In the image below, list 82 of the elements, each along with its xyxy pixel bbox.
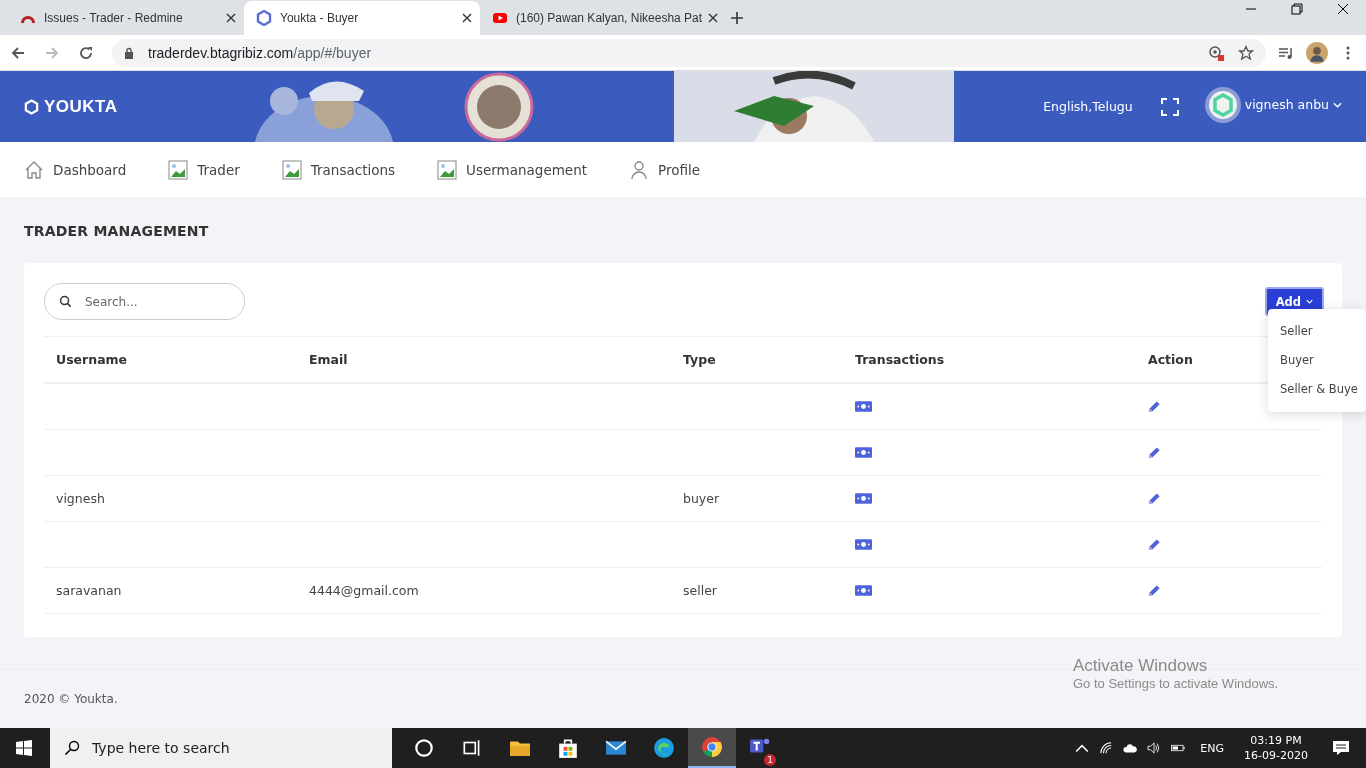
cortana-icon[interactable] <box>413 737 435 759</box>
edge-icon[interactable] <box>653 737 675 759</box>
browser-tab[interactable]: Youkta - Buyer <box>244 1 480 35</box>
reload-icon[interactable] <box>78 44 94 61</box>
activation-text: Go to Settings to activate Windows. <box>1073 676 1279 691</box>
menu-item[interactable]: Buyer <box>1268 346 1366 375</box>
person-icon <box>629 159 649 180</box>
pencil-icon[interactable] <box>1148 584 1161 597</box>
clock-date[interactable]: 16-09-2020 <box>1244 748 1308 763</box>
activation-title: Activate Windows <box>1073 656 1209 676</box>
pencil-icon[interactable] <box>1148 400 1161 413</box>
star-icon[interactable] <box>1238 44 1254 61</box>
column-header: Type <box>671 336 843 383</box>
search-icon <box>64 740 80 756</box>
banknote-icon[interactable] <box>855 447 872 458</box>
broken-image-icon <box>437 159 458 180</box>
caret-icon <box>1333 101 1342 108</box>
browser-tab[interactable]: (160) Pawan Kalyan, Nikeesha Pat <box>480 1 716 35</box>
play-icon <box>492 10 508 26</box>
chevron-up-icon[interactable] <box>1075 742 1090 754</box>
profile-avatar[interactable] <box>1306 41 1328 64</box>
pencil-icon[interactable] <box>1148 538 1161 551</box>
search-icon <box>59 295 72 308</box>
browser-tab[interactable]: Issues - Trader - Redmine <box>8 1 244 35</box>
speaker-icon[interactable] <box>1147 742 1162 754</box>
banknote-icon[interactable] <box>855 539 872 550</box>
table-cell: vignesh <box>56 491 105 506</box>
cloud-icon[interactable] <box>1123 742 1138 754</box>
menu-item[interactable]: Seller & Buye <box>1268 375 1366 404</box>
input-language[interactable]: ENG <box>1200 741 1225 755</box>
back-icon[interactable] <box>10 44 26 61</box>
table-cell: saravanan <box>56 583 122 598</box>
home-icon <box>24 159 44 180</box>
lock-icon <box>124 46 134 59</box>
table-cell: buyer <box>683 491 720 506</box>
location-blocked-icon[interactable] <box>1208 44 1224 61</box>
nav-item[interactable]: Usermanagement <box>437 159 587 180</box>
hexagon-logo-icon <box>24 98 39 115</box>
brand-name: YOUKTA <box>44 96 118 117</box>
close-icon[interactable] <box>462 13 472 23</box>
table-cell: seller <box>683 583 717 598</box>
hexagon-icon <box>256 10 272 26</box>
pencil-icon[interactable] <box>1148 492 1161 505</box>
search-field[interactable]: Search... <box>44 283 245 320</box>
menu-item[interactable]: Seller <box>1268 317 1366 346</box>
notification-badge: 1 <box>764 754 776 766</box>
broken-image-icon <box>281 159 302 180</box>
language-selector[interactable]: English,Telugu <box>1043 99 1133 114</box>
nav-item[interactable]: Profile <box>629 159 700 180</box>
banknote-icon[interactable] <box>855 585 872 596</box>
pencil-icon[interactable] <box>1148 446 1161 459</box>
column-header: Transactions <box>843 336 1136 383</box>
user-avatar <box>1204 86 1241 123</box>
broken-image-icon <box>168 159 189 180</box>
url-text: traderdev.btagribiz.com/app/#/buyer <box>148 44 372 61</box>
taskbar-search-field[interactable]: Type here to search <box>50 728 392 768</box>
column-header: Username <box>44 336 297 383</box>
nav-item[interactable]: Dashboard <box>24 159 127 180</box>
plus-icon[interactable] <box>730 11 744 25</box>
page-title: TRADER MANAGEMENT <box>24 223 210 239</box>
caret-icon <box>1306 299 1313 304</box>
table-cell: 4444@gmail.com <box>309 583 419 598</box>
chrome-icon[interactable] <box>701 736 723 758</box>
wifi-icon[interactable] <box>1099 742 1114 754</box>
close-icon[interactable] <box>708 13 719 23</box>
fullscreen-icon[interactable] <box>1160 97 1179 116</box>
battery-icon[interactable] <box>1171 742 1186 754</box>
clock-time[interactable]: 03:19 PM <box>1250 733 1302 748</box>
close-icon[interactable] <box>1337 3 1349 15</box>
user-menu[interactable]: vignesh anbu <box>1204 86 1342 123</box>
close-icon[interactable] <box>226 13 236 23</box>
address-bar[interactable]: traderdev.btagribiz.com/app/#/buyer <box>112 38 1266 67</box>
banknote-icon[interactable] <box>855 401 872 412</box>
shopping-bag-icon[interactable] <box>557 737 579 759</box>
restore-icon[interactable] <box>1291 3 1303 15</box>
banknote-icon[interactable] <box>855 493 872 504</box>
windows-start-icon[interactable] <box>16 740 32 756</box>
footer-text: 2020 © Youkta. <box>24 692 118 706</box>
column-header: Email <box>297 336 671 383</box>
nav-item[interactable]: Trader <box>168 159 240 180</box>
notification-icon[interactable] <box>1332 740 1350 756</box>
nav-item[interactable]: Transactions <box>281 159 396 180</box>
